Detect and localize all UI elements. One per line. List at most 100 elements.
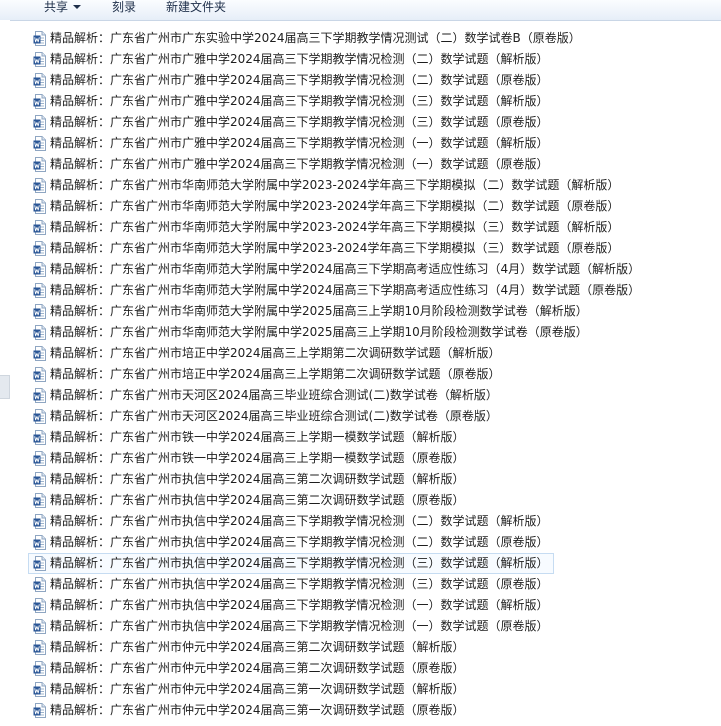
file-name: 精品解析：广东省广州市仲元中学2024届高三第二次调研数学试题（解析版） — [50, 640, 465, 654]
word-document-icon — [33, 241, 46, 256]
file-item[interactable]: 精品解析：广东省广州市执信中学2024届高三下学期教学情况检测（一）数学试题（解… — [28, 595, 718, 616]
file-item[interactable]: 精品解析：广东省广州市广雅中学2024届高三下学期教学情况检测（二）数学试题（原… — [28, 70, 718, 91]
share-menu-button[interactable]: 共享 — [44, 0, 82, 16]
file-item[interactable]: 精品解析：广东省广州市天河区2024届高三毕业班综合测试(二)数学试卷（原卷版） — [28, 406, 718, 427]
file-item[interactable]: 精品解析：广东省广州市广雅中学2024届高三下学期教学情况检测（一）数学试题（解… — [28, 133, 718, 154]
file-item[interactable]: 精品解析：广东省广州市执信中学2024届高三下学期教学情况检测（二）数学试题（解… — [28, 511, 718, 532]
file-item[interactable]: 精品解析：广东省广州市执信中学2024届高三下学期教学情况检测（二）数学试题（原… — [28, 532, 718, 553]
file-name: 精品解析：广东省广州市执信中学2024届高三下学期教学情况检测（二）数学试题（解… — [50, 514, 549, 528]
file-name: 精品解析：广东省广州市华南师范大学附属中学2025届高三上学期10月阶段检测数学… — [50, 325, 588, 339]
word-document-icon — [33, 703, 46, 718]
file-name: 精品解析：广东省广州市广雅中学2024届高三下学期教学情况检测（三）数学试题（原… — [50, 115, 549, 129]
file-name: 精品解析：广东省广州市执信中学2024届高三第二次调研数学试题（解析版） — [50, 472, 465, 486]
pane-splitter-handle[interactable] — [0, 375, 10, 399]
file-name: 精品解析：广东省广州市华南师范大学附属中学2023-2024学年高三下学期模拟（… — [50, 178, 620, 192]
file-name: 精品解析：广东省广州市仲元中学2024届高三第一次调研数学试题（原卷版） — [50, 703, 465, 717]
file-name: 精品解析：广东省广州市华南师范大学附属中学2024届高三下学期高考适应性练习（4… — [50, 262, 641, 276]
file-name: 精品解析：广东省广州市华南师范大学附属中学2023-2024学年高三下学期模拟（… — [50, 199, 620, 213]
navigation-pane-edge — [0, 20, 10, 726]
file-name: 精品解析：广东省广州市广雅中学2024届高三下学期教学情况检测（一）数学试题（原… — [50, 157, 549, 171]
word-document-icon — [33, 451, 46, 466]
file-item[interactable]: 精品解析：广东省广州市执信中学2024届高三第二次调研数学试题（解析版） — [28, 469, 718, 490]
word-document-icon — [33, 283, 46, 298]
file-item[interactable]: 精品解析：广东省广州市仲元中学2024届高三第一次调研数学试题（解析版） — [28, 679, 718, 700]
word-document-icon — [33, 178, 46, 193]
word-document-icon — [33, 598, 46, 613]
file-name: 精品解析：广东省广州市广雅中学2024届高三下学期教学情况检测（一）数学试题（解… — [50, 136, 549, 150]
word-document-icon — [33, 661, 46, 676]
file-item[interactable]: 精品解析：广东省广州市华南师范大学附属中学2025届高三上学期10月阶段检测数学… — [28, 322, 718, 343]
word-document-icon — [33, 640, 46, 655]
file-item[interactable]: 精品解析：广东省广州市广雅中学2024届高三下学期教学情况检测（三）数学试题（原… — [28, 112, 718, 133]
word-document-icon — [33, 682, 46, 697]
file-item[interactable]: 精品解析：广东省广州市华南师范大学附属中学2024届高三下学期高考适应性练习（4… — [28, 280, 718, 301]
file-name: 精品解析：广东省广州市培正中学2024届高三上学期第二次调研数学试题（原卷版） — [50, 367, 501, 381]
word-document-icon — [33, 325, 46, 340]
file-item[interactable]: 精品解析：广东省广州市广雅中学2024届高三下学期教学情况检测（一）数学试题（原… — [28, 154, 718, 175]
file-item[interactable]: 精品解析：广东省广州市华南师范大学附属中学2023-2024学年高三下学期模拟（… — [28, 217, 718, 238]
file-name: 精品解析：广东省广州市天河区2024届高三毕业班综合测试(二)数学试卷（解析版） — [50, 388, 498, 402]
word-document-icon — [33, 514, 46, 529]
file-item[interactable]: 精品解析：广东省广州市广东实验中学2024届高三下学期教学情况测试（二）数学试卷… — [28, 28, 718, 49]
command-bar: 共享 刻录 新建文件夹 — [0, 0, 721, 21]
file-item[interactable]: 精品解析：广东省广州市华南师范大学附属中学2024届高三下学期高考适应性练习（4… — [28, 259, 718, 280]
file-item[interactable]: 精品解析：广东省广州市仲元中学2024届高三第二次调研数学试题（原卷版） — [28, 658, 718, 679]
word-document-icon — [33, 199, 46, 214]
file-item[interactable]: 精品解析：广东省广州市执信中学2024届高三第二次调研数学试题（原卷版） — [28, 490, 718, 511]
word-document-icon — [33, 262, 46, 277]
burn-button[interactable]: 刻录 — [112, 0, 136, 16]
word-document-icon — [33, 535, 46, 550]
file-item[interactable]: 精品解析：广东省广州市执信中学2024届高三下学期教学情况检测（三）数学试题（解… — [28, 553, 718, 574]
word-document-icon — [33, 577, 46, 592]
word-document-icon — [33, 472, 46, 487]
file-name: 精品解析：广东省广州市执信中学2024届高三下学期教学情况检测（一）数学试题（解… — [50, 598, 549, 612]
word-document-icon — [33, 31, 46, 46]
file-item[interactable]: 精品解析：广东省广州市仲元中学2024届高三第二次调研数学试题（解析版） — [28, 637, 718, 658]
file-item[interactable]: 精品解析：广东省广州市铁一中学2024届高三上学期一模数学试题（解析版） — [28, 427, 718, 448]
file-name: 精品解析：广东省广州市华南师范大学附属中学2023-2024学年高三下学期模拟（… — [50, 241, 620, 255]
word-document-icon — [33, 430, 46, 445]
file-list: 精品解析：广东省广州市广东实验中学2024届高三下学期教学情况测试（二）数学试卷… — [28, 28, 718, 721]
word-document-icon — [33, 136, 46, 151]
word-document-icon — [33, 367, 46, 382]
file-item[interactable]: 精品解析：广东省广州市广雅中学2024届高三下学期教学情况检测（三）数学试题（解… — [28, 91, 718, 112]
word-document-icon — [33, 619, 46, 634]
word-document-icon — [33, 556, 46, 571]
share-label: 共享 — [44, 0, 69, 14]
file-name: 精品解析：广东省广州市执信中学2024届高三下学期教学情况检测（二）数学试题（原… — [50, 535, 549, 549]
file-name: 精品解析：广东省广州市执信中学2024届高三下学期教学情况检测（三）数学试题（原… — [50, 577, 549, 591]
file-item[interactable]: 精品解析：广东省广州市华南师范大学附属中学2023-2024学年高三下学期模拟（… — [28, 238, 718, 259]
burn-label: 刻录 — [112, 0, 137, 14]
file-name: 精品解析：广东省广州市广雅中学2024届高三下学期教学情况检测（二）数学试题（解… — [50, 52, 549, 66]
chevron-down-icon — [73, 5, 82, 9]
word-document-icon — [33, 157, 46, 172]
word-document-icon — [33, 220, 46, 235]
file-item[interactable]: 精品解析：广东省广州市华南师范大学附属中学2025届高三上学期10月阶段检测数学… — [28, 301, 718, 322]
file-item[interactable]: 精品解析：广东省广州市广雅中学2024届高三下学期教学情况检测（二）数学试题（解… — [28, 49, 718, 70]
file-name: 精品解析：广东省广州市华南师范大学附属中学2025届高三上学期10月阶段检测数学… — [50, 304, 588, 318]
word-document-icon — [33, 94, 46, 109]
word-document-icon — [33, 409, 46, 424]
file-name: 精品解析：广东省广州市执信中学2024届高三下学期教学情况检测（一）数学试题（原… — [50, 619, 549, 633]
file-name: 精品解析：广东省广州市仲元中学2024届高三第二次调研数学试题（原卷版） — [50, 661, 465, 675]
file-name: 精品解析：广东省广州市执信中学2024届高三第二次调研数学试题（原卷版） — [50, 493, 465, 507]
file-item[interactable]: 精品解析：广东省广州市执信中学2024届高三下学期教学情况检测（三）数学试题（原… — [28, 574, 718, 595]
word-document-icon — [33, 115, 46, 130]
file-item[interactable]: 精品解析：广东省广州市天河区2024届高三毕业班综合测试(二)数学试卷（解析版） — [28, 385, 718, 406]
file-name: 精品解析：广东省广州市广雅中学2024届高三下学期教学情况检测（二）数学试题（原… — [50, 73, 549, 87]
file-name: 精品解析：广东省广州市广东实验中学2024届高三下学期教学情况测试（二）数学试卷… — [50, 31, 581, 45]
file-item[interactable]: 精品解析：广东省广州市培正中学2024届高三上学期第二次调研数学试题（解析版） — [28, 343, 718, 364]
file-item[interactable]: 精品解析：广东省广州市华南师范大学附属中学2023-2024学年高三下学期模拟（… — [28, 196, 718, 217]
word-document-icon — [33, 346, 46, 361]
file-name: 精品解析：广东省广州市执信中学2024届高三下学期教学情况检测（三）数学试题（解… — [50, 556, 549, 570]
word-document-icon — [33, 73, 46, 88]
file-item[interactable]: 精品解析：广东省广州市仲元中学2024届高三第一次调研数学试题（原卷版） — [28, 700, 718, 721]
file-name: 精品解析：广东省广州市铁一中学2024届高三上学期一模数学试题（原卷版） — [50, 451, 465, 465]
file-item[interactable]: 精品解析：广东省广州市华南师范大学附属中学2023-2024学年高三下学期模拟（… — [28, 175, 718, 196]
new-folder-button[interactable]: 新建文件夹 — [166, 0, 226, 16]
word-document-icon — [33, 304, 46, 319]
file-item[interactable]: 精品解析：广东省广州市铁一中学2024届高三上学期一模数学试题（原卷版） — [28, 448, 718, 469]
file-name: 精品解析：广东省广州市铁一中学2024届高三上学期一模数学试题（解析版） — [50, 430, 465, 444]
file-item[interactable]: 精品解析：广东省广州市执信中学2024届高三下学期教学情况检测（一）数学试题（原… — [28, 616, 718, 637]
file-item[interactable]: 精品解析：广东省广州市培正中学2024届高三上学期第二次调研数学试题（原卷版） — [28, 364, 718, 385]
